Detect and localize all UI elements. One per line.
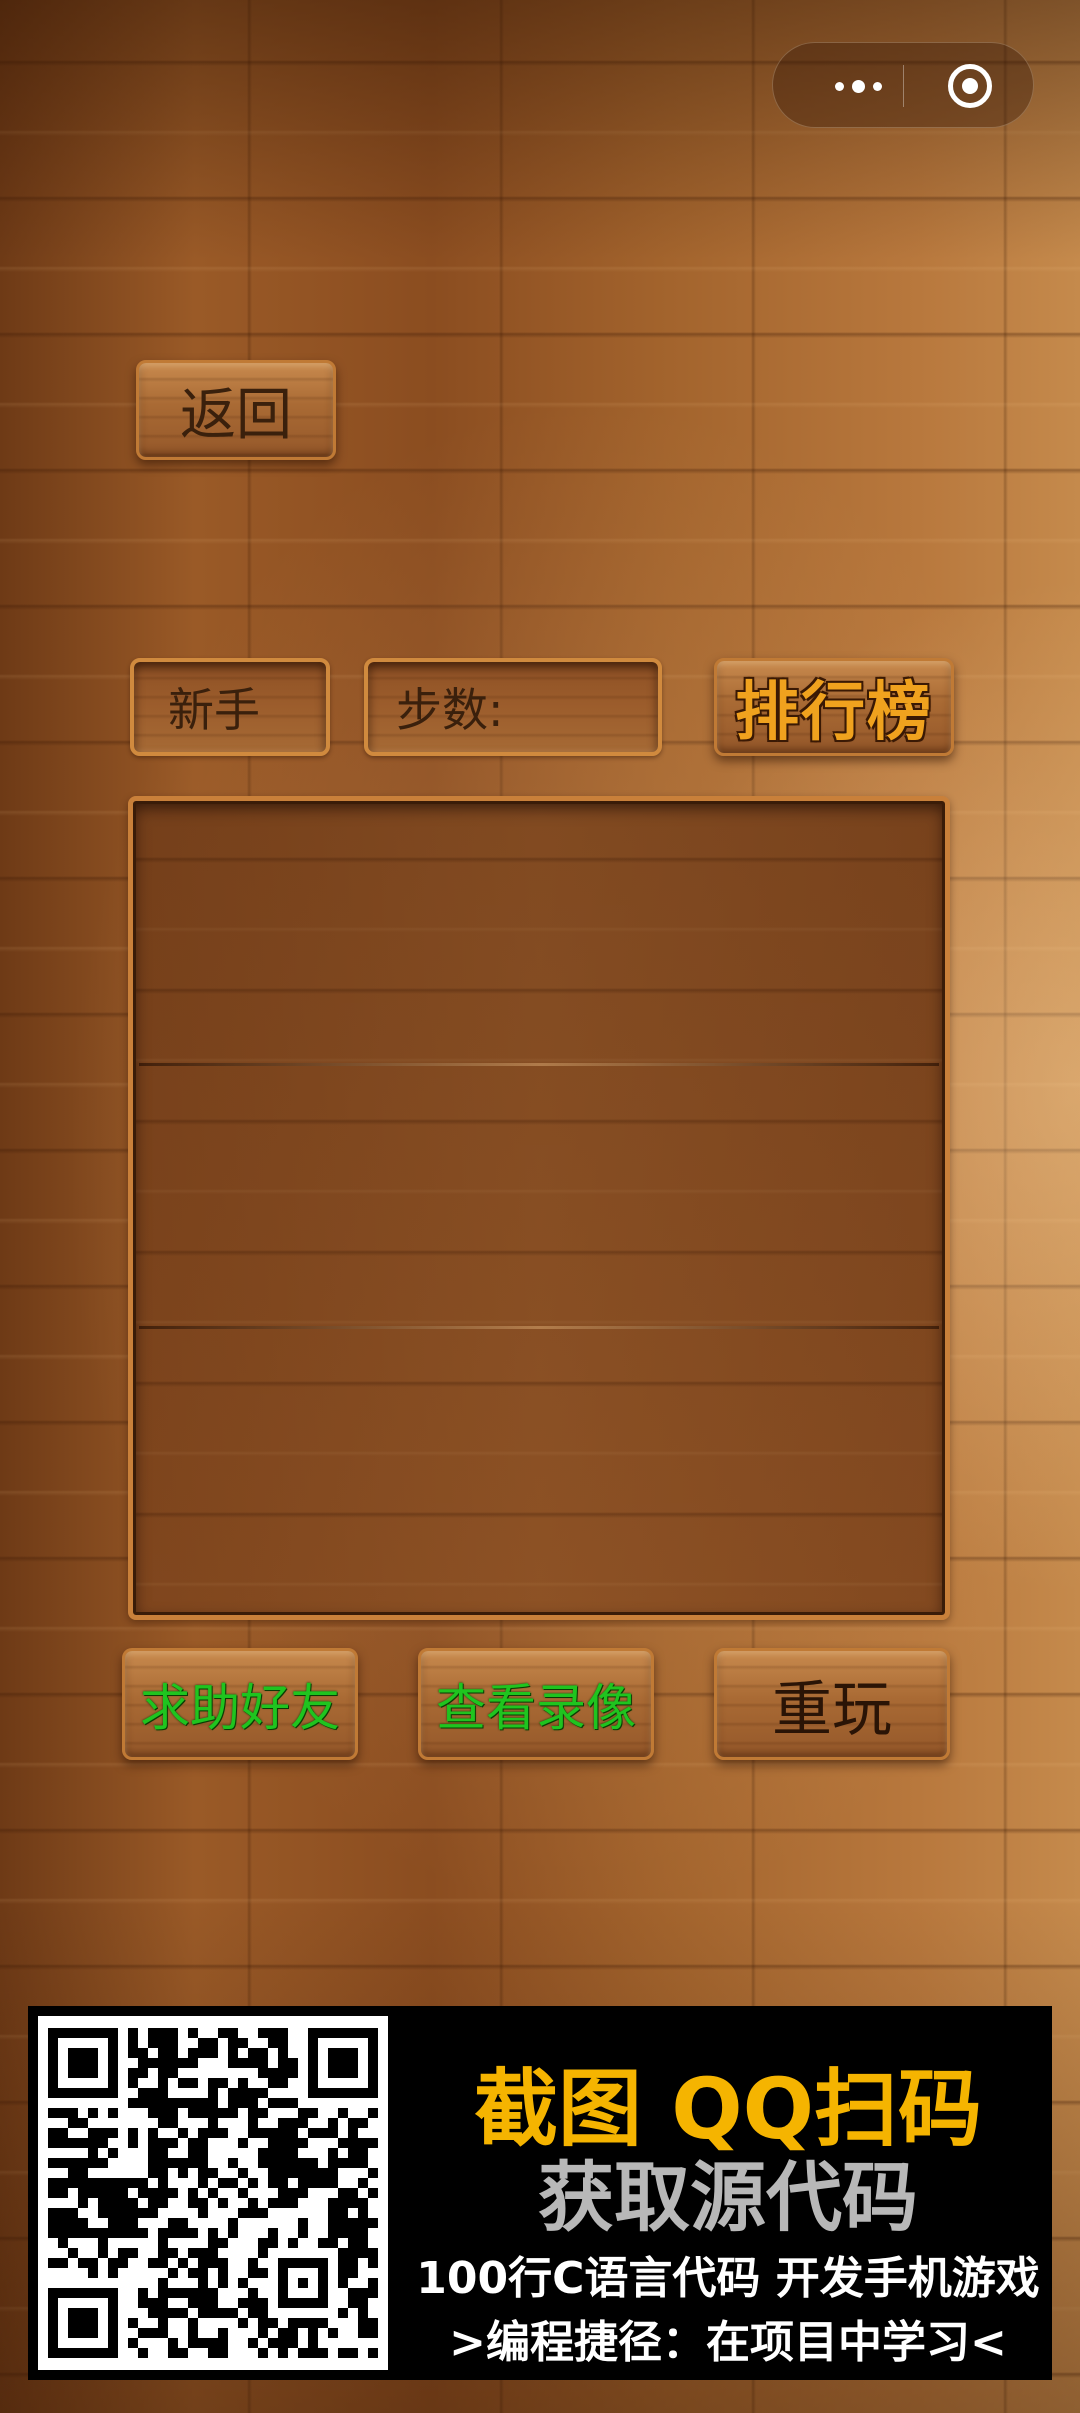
level-display: 新手	[130, 658, 330, 756]
back-button-label: 返回	[180, 382, 292, 448]
ask-friend-button[interactable]: 求助好友	[122, 1648, 358, 1760]
target-circle-icon[interactable]	[948, 64, 992, 108]
banner-tagline: 100行C语言代码 开发手机游戏	[416, 2253, 1040, 2304]
more-dots-icon[interactable]	[813, 71, 903, 101]
board-row-divider	[139, 1326, 939, 1329]
leaderboard-button[interactable]: 排行榜	[714, 658, 954, 756]
view-replay-label: 查看录像	[436, 1679, 636, 1737]
leaderboard-label: 排行榜	[735, 676, 933, 750]
game-board[interactable]	[128, 796, 950, 1620]
steps-value	[526, 674, 626, 740]
back-button[interactable]: 返回	[136, 360, 336, 460]
steps-display: 步数:	[364, 658, 662, 756]
view-replay-button[interactable]: 查看录像	[418, 1648, 654, 1760]
ask-friend-label: 求助好友	[140, 1679, 340, 1737]
promo-banner[interactable]: 截图 QQ扫码 获取源代码 100行C语言代码 开发手机游戏 >编程捷径：在项目…	[28, 2006, 1052, 2380]
restart-label: 重玩	[772, 1674, 892, 1745]
board-row-divider	[139, 1063, 939, 1066]
banner-slogan: >编程捷径：在项目中学习<	[449, 2317, 1007, 2368]
banner-subheadline: 获取源代码	[538, 2153, 918, 2242]
mini-program-capsule	[772, 42, 1034, 128]
qr-code-icon	[38, 2016, 388, 2370]
capsule-divider	[903, 65, 904, 107]
steps-label: 步数:	[396, 683, 504, 737]
level-label: 新手	[168, 683, 260, 737]
restart-button[interactable]: 重玩	[714, 1648, 950, 1760]
